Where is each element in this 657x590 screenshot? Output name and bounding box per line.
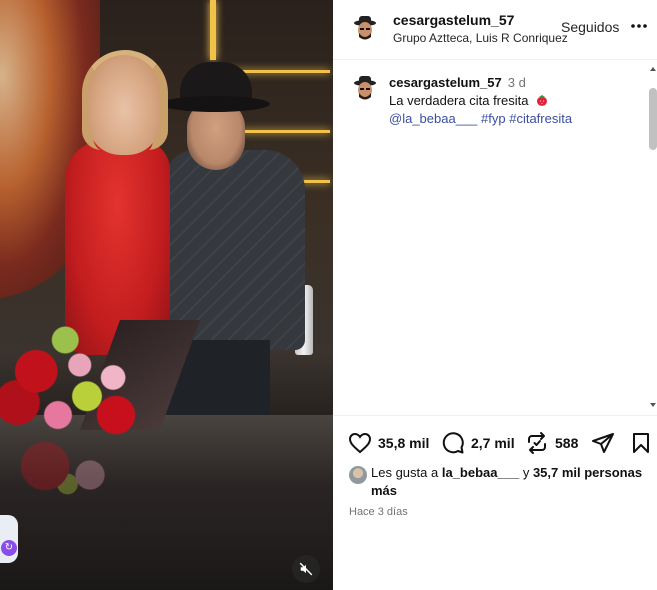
repost-badge-icon: ↻ <box>1 540 17 556</box>
post-header: cesargastelum_57 Grupo Aztteca, Luis R C… <box>333 0 657 60</box>
comment-count: 2,7 mil <box>471 435 515 451</box>
caption-author-avatar[interactable] <box>349 72 381 104</box>
neon-light <box>240 130 330 133</box>
mute-button[interactable] <box>292 555 320 583</box>
liked-by-user[interactable]: la_bebaa___ <box>442 465 519 480</box>
neon-light <box>300 180 330 183</box>
repost-icon <box>528 432 546 454</box>
action-bar: 35,8 mil 2,7 mil 588 <box>333 415 657 467</box>
sidebar-edge-badge[interactable]: ↻ <box>0 515 18 563</box>
caption-username[interactable]: cesargastelum_57 <box>389 75 502 90</box>
comment-icon <box>442 432 464 454</box>
scrollbar-thumb[interactable] <box>649 88 657 150</box>
mention-link[interactable]: @la_bebaa___ <box>389 111 477 126</box>
like-count: 35,8 mil <box>378 435 430 451</box>
flower-bouquet <box>0 315 145 440</box>
following-button[interactable]: Seguidos <box>561 19 619 35</box>
muted-speaker-icon <box>299 562 313 576</box>
cowboy-hat-brim <box>160 96 270 112</box>
paper-plane-icon <box>592 433 614 453</box>
hashtag-link[interactable]: #citafresita <box>509 111 572 126</box>
liked-by-text[interactable]: Les gusta a la_bebaa___ y 35,7 mil perso… <box>371 464 657 500</box>
heart-icon <box>348 432 372 454</box>
share-button[interactable] <box>591 431 615 455</box>
repost-count: 588 <box>555 435 579 451</box>
save-button[interactable] <box>629 431 653 455</box>
author-avatar[interactable] <box>349 12 381 44</box>
comment-button[interactable]: 2,7 mil <box>441 431 515 455</box>
scroll-down-arrow-icon <box>650 403 656 407</box>
neon-light <box>210 0 216 60</box>
caption-body: La verdadera cita fresita <box>389 93 529 108</box>
repost-button[interactable]: 588 <box>525 431 578 455</box>
hashtag-link[interactable]: #fyp <box>481 111 506 126</box>
woman-face <box>88 55 160 155</box>
more-options-icon[interactable] <box>629 16 649 36</box>
liker-avatar[interactable] <box>349 466 367 484</box>
audio-subtitle[interactable]: Grupo Aztteca, Luis R Conriquez <box>393 31 568 45</box>
cowboy-avatar-icon <box>354 16 376 40</box>
post-details-panel: cesargastelum_57 Grupo Aztteca, Luis R C… <box>333 0 657 590</box>
author-username[interactable]: cesargastelum_57 <box>393 12 514 28</box>
liked-by-connector: y <box>522 465 530 480</box>
strawberry-icon <box>537 95 548 106</box>
caption-time: 3 d <box>507 75 526 90</box>
table-reflection <box>0 430 150 520</box>
bookmark-icon <box>633 433 649 453</box>
liked-by-prefix: Les gusta a <box>371 465 439 480</box>
post-timestamp: Hace 3 días <box>349 506 408 518</box>
post-video[interactable]: ↻ <box>0 0 333 590</box>
cowboy-avatar-icon <box>354 76 376 100</box>
caption-text: cesargastelum_57 3 d La verdadera cita fr… <box>389 74 639 128</box>
like-button[interactable]: 35,8 mil <box>348 431 429 455</box>
scroll-up-arrow-icon <box>650 67 656 71</box>
